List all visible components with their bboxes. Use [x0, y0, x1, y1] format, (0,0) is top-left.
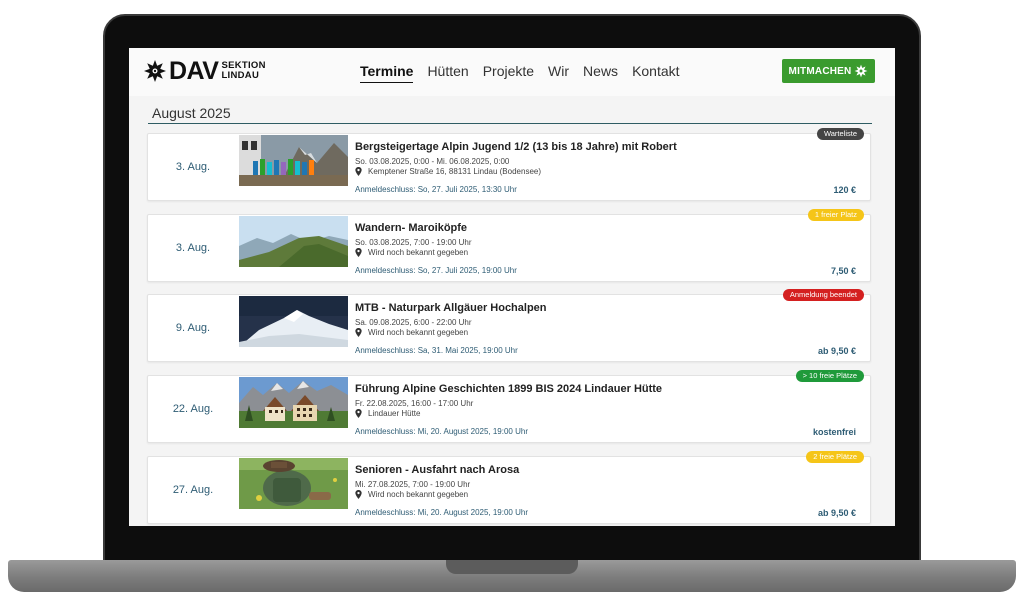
event-deadline: Anmeldeschluss: Sa, 31. Mai 2025, 19:00 …: [355, 346, 518, 355]
event-location: Kemptener Straße 16, 88131 Lindau (Boden…: [355, 167, 541, 176]
map-pin-icon: [355, 328, 362, 337]
main-nav: Termine Hütten Projekte Wir News Kontakt: [360, 62, 694, 83]
edelweiss-icon: [144, 60, 166, 82]
nav-item-news[interactable]: News: [583, 62, 618, 83]
logo-section: SEKTION LINDAU: [221, 61, 265, 81]
event-date: 22. Aug.: [172, 403, 214, 415]
event-card[interactable]: 3. Aug. Wandern- Maroiköpfe So. 03.08.20…: [147, 209, 871, 282]
nav-item-projekte[interactable]: Projekte: [483, 62, 534, 83]
status-badge: 1 freier Platz: [807, 209, 864, 221]
event-image[interactable]: [239, 135, 348, 186]
event-deadline: Anmeldeschluss: So, 27. Juli 2025, 13:30…: [355, 185, 517, 194]
edelweiss-icon: [855, 64, 868, 78]
event-time: Sa. 09.08.2025, 6:00 - 22:00 Uhr: [355, 318, 472, 327]
logo-sub-line-2: LINDAU: [221, 70, 260, 81]
logo-wordmark: DAV: [169, 56, 219, 85]
month-heading: August 2025: [152, 105, 231, 121]
event-location: Wird noch bekannt gegeben: [355, 490, 468, 499]
event-image[interactable]: [239, 458, 348, 509]
nav-item-kontakt[interactable]: Kontakt: [632, 62, 679, 83]
event-image[interactable]: [239, 296, 348, 347]
event-location: Wird noch bekannt gegeben: [355, 328, 468, 337]
event-card[interactable]: 9. Aug. MTB - Naturpark Allgäuer Hochalp…: [147, 289, 871, 362]
event-location-text: Wird noch bekannt gegeben: [368, 490, 469, 499]
event-image[interactable]: [239, 216, 348, 267]
event-location-text: Kemptener Straße 16, 88131 Lindau (Boden…: [368, 167, 542, 176]
event-date: 3. Aug.: [175, 161, 211, 173]
event-location: Lindauer Hütte: [355, 409, 420, 418]
event-date: 9. Aug.: [175, 322, 211, 334]
event-title[interactable]: Bergsteigertage Alpin Jugend 1/2 (13 bis…: [355, 141, 677, 153]
status-badge: Warteliste: [816, 128, 864, 140]
laptop-screen: DAV SEKTION LINDAU Termine Hütten Projek…: [129, 48, 895, 526]
nav-item-termine[interactable]: Termine: [360, 62, 414, 83]
event-card[interactable]: 3. Aug. Bergsteigertage Alpin Jugend 1/2…: [147, 128, 871, 201]
status-badge: 2 freie Plätze: [806, 451, 864, 463]
map-pin-icon: [355, 167, 362, 176]
nav-item-huetten[interactable]: Hütten: [427, 62, 468, 83]
event-title[interactable]: Senioren - Ausfahrt nach Arosa: [355, 464, 519, 476]
event-title[interactable]: Wandern- Maroiköpfe: [355, 222, 467, 234]
event-image[interactable]: [239, 377, 348, 428]
event-location-text: Wird noch bekannt gegeben: [368, 248, 469, 257]
event-time: Fr. 22.08.2025, 16:00 - 17:00 Uhr: [355, 399, 474, 408]
event-location-text: Lindauer Hütte: [368, 409, 421, 418]
map-pin-icon: [355, 490, 362, 499]
event-deadline: Anmeldeschluss: So, 27. Juli 2025, 19:00…: [355, 266, 517, 275]
site-header: DAV SEKTION LINDAU Termine Hütten Projek…: [129, 48, 895, 96]
mitmachen-label: MITMACHEN: [788, 65, 852, 77]
event-location: Wird noch bekannt gegeben: [355, 248, 468, 257]
event-card[interactable]: 27. Aug. Senioren - Ausfahrt nach Arosa …: [147, 451, 871, 524]
map-pin-icon: [355, 248, 362, 257]
event-time: Mi. 27.08.2025, 7:00 - 19:00 Uhr: [355, 480, 471, 489]
event-price: ab 9,50 €: [817, 508, 856, 518]
event-location-text: Wird noch bekannt gegeben: [368, 328, 469, 337]
event-date: 3. Aug.: [175, 242, 211, 254]
event-price: kostenfrei: [812, 427, 856, 437]
map-pin-icon: [355, 409, 362, 418]
event-title[interactable]: Führung Alpine Geschichten 1899 BIS 2024…: [355, 383, 662, 395]
event-title[interactable]: MTB - Naturpark Allgäuer Hochalpen: [355, 302, 547, 314]
event-deadline: Anmeldeschluss: Mi, 20. August 2025, 19:…: [355, 427, 528, 436]
event-price: ab 9,50 €: [817, 346, 856, 356]
event-card[interactable]: 22. Aug. Führung Alpine Geschichten 1899…: [147, 370, 871, 443]
event-deadline: Anmeldeschluss: Mi, 20. August 2025, 19:…: [355, 508, 528, 517]
event-price: 7,50 €: [830, 266, 856, 276]
status-badge: > 10 freie Plätze: [795, 370, 864, 382]
event-price: 120 €: [833, 185, 856, 195]
mitmachen-button[interactable]: MITMACHEN: [782, 59, 875, 83]
nav-item-wir[interactable]: Wir: [548, 62, 569, 83]
status-badge: Anmeldung beendet: [782, 289, 864, 301]
event-time: So. 03.08.2025, 0:00 - Mi. 06.08.2025, 0…: [355, 157, 510, 166]
laptop-notch: [446, 560, 578, 574]
event-time: So. 03.08.2025, 7:00 - 19:00 Uhr: [355, 238, 472, 247]
event-date: 27. Aug.: [172, 484, 214, 496]
dav-logo[interactable]: DAV SEKTION LINDAU: [143, 57, 266, 85]
month-divider: [148, 123, 872, 124]
